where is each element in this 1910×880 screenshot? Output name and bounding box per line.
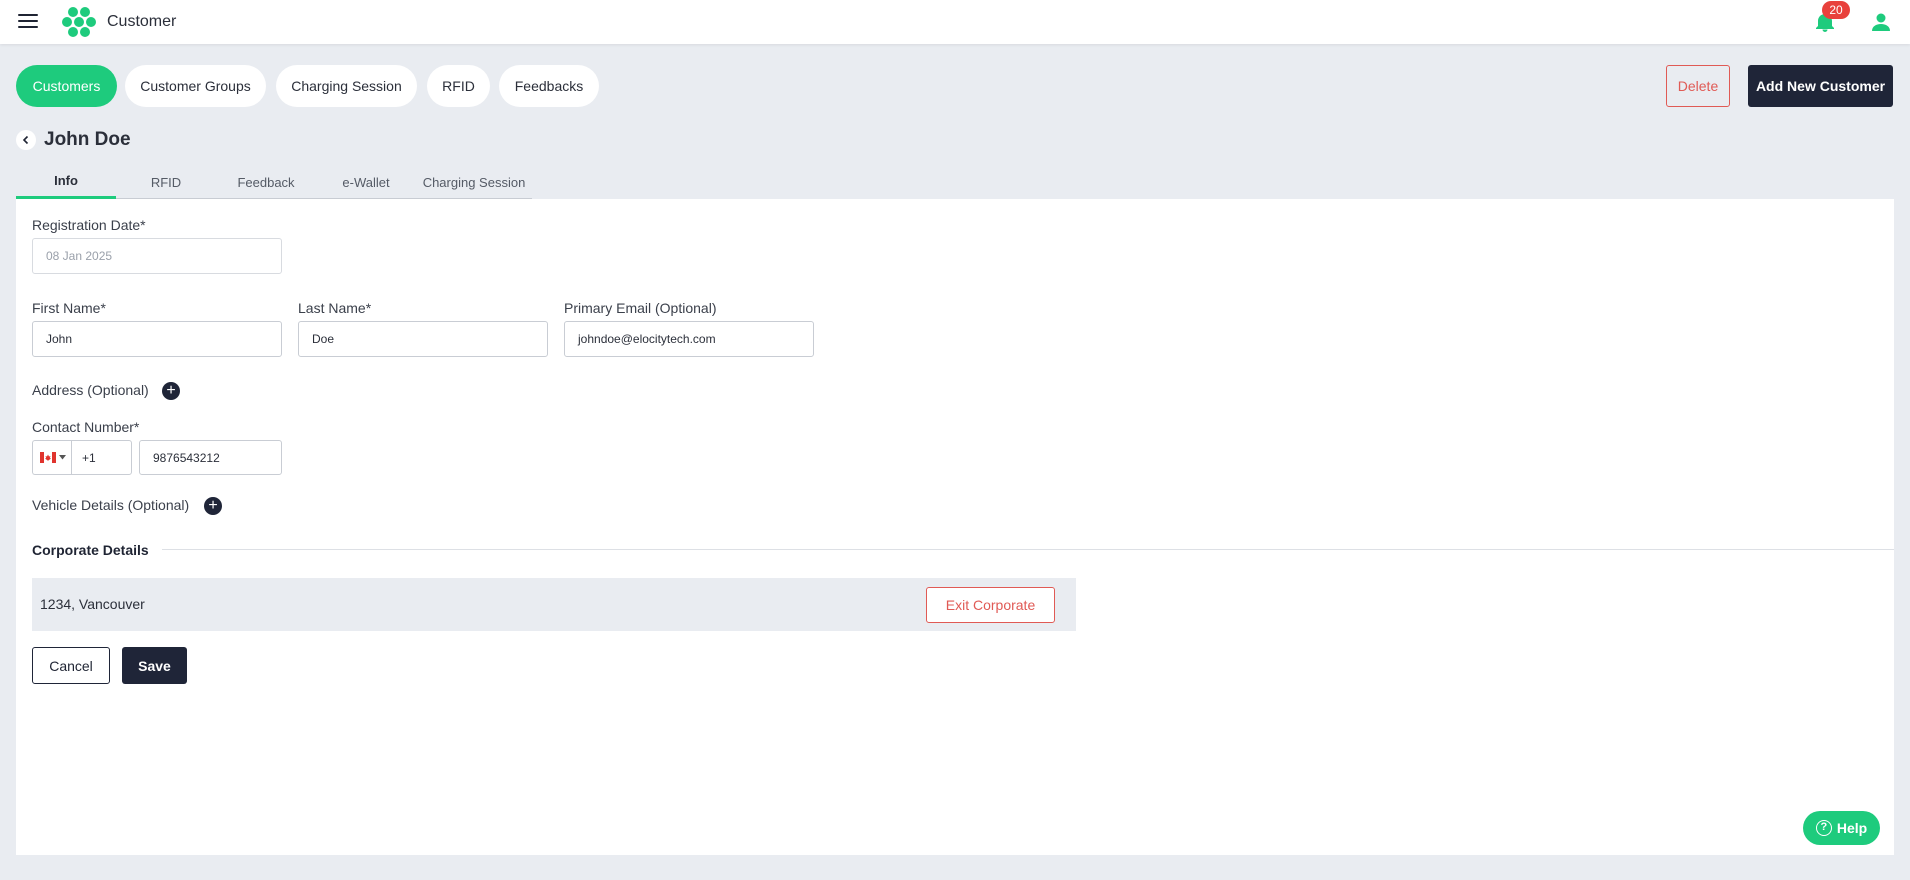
add-vehicle-icon[interactable]: + (204, 497, 222, 515)
top-bar: Customer 20 (0, 0, 1910, 44)
contact-number-label: Contact Number* (32, 419, 140, 435)
subtab-info[interactable]: Info (16, 165, 116, 199)
subtab-rfid[interactable]: RFID (116, 165, 216, 199)
menu-icon[interactable] (18, 14, 38, 30)
email-field[interactable]: johndoe@elocitytech.com (564, 321, 814, 357)
last-name-field[interactable]: Doe (298, 321, 548, 357)
chevron-left-icon (22, 135, 29, 145)
section-divider (162, 549, 1894, 550)
info-card (16, 199, 1894, 855)
first-name-field[interactable]: John (32, 321, 282, 357)
sub-tabs: Info RFID Feedback e-Wallet Charging Ses… (16, 165, 532, 199)
cancel-button[interactable]: Cancel (32, 647, 110, 684)
corporate-entry: 1234, Vancouver Exit Corporate (32, 578, 1076, 631)
subtab-feedback[interactable]: Feedback (216, 165, 316, 199)
save-button[interactable]: Save (122, 647, 187, 684)
tab-customer-groups[interactable]: Customer Groups (125, 65, 266, 107)
exit-corporate-button[interactable]: Exit Corporate (926, 587, 1055, 623)
phone-number-field[interactable]: 9876543212 (139, 440, 282, 475)
notification-badge: 20 (1822, 1, 1850, 19)
country-code-field[interactable]: +1 (71, 440, 132, 475)
last-name-label: Last Name* (298, 300, 372, 316)
subtab-e-wallet[interactable]: e-Wallet (316, 165, 416, 199)
add-address-icon[interactable]: + (162, 382, 180, 400)
registration-date-field[interactable]: 08 Jan 2025 (32, 238, 282, 274)
registration-date-label: Registration Date* (32, 217, 146, 233)
app-title: Customer (107, 13, 177, 30)
tab-charging-session[interactable]: Charging Session (276, 65, 417, 107)
tab-customers[interactable]: Customers (16, 65, 117, 107)
page-title: John Doe (44, 129, 131, 150)
help-label: Help (1836, 820, 1868, 836)
add-new-customer-button[interactable]: Add New Customer (1748, 65, 1893, 107)
first-name-label: First Name* (32, 300, 106, 316)
subtab-charging-session[interactable]: Charging Session (416, 165, 532, 199)
question-circle-icon: ? (1815, 820, 1832, 836)
back-button[interactable] (16, 130, 36, 150)
email-label: Primary Email (Optional) (564, 300, 717, 316)
delete-button[interactable]: Delete (1666, 65, 1730, 107)
corporate-entry-text: 1234, Vancouver (40, 596, 145, 612)
country-selector[interactable] (32, 440, 72, 475)
address-label: Address (Optional) (32, 382, 149, 398)
user-icon[interactable] (1869, 10, 1893, 34)
logo-icon (62, 7, 96, 37)
help-button[interactable]: ? Help (1803, 811, 1880, 845)
vehicle-details-label: Vehicle Details (Optional) (32, 497, 190, 513)
corporate-details-heading: Corporate Details (32, 542, 149, 558)
caret-down-icon (58, 455, 66, 460)
canada-flag-icon (39, 452, 56, 463)
tab-rfid[interactable]: RFID (427, 65, 490, 107)
tab-feedbacks[interactable]: Feedbacks (499, 65, 599, 107)
